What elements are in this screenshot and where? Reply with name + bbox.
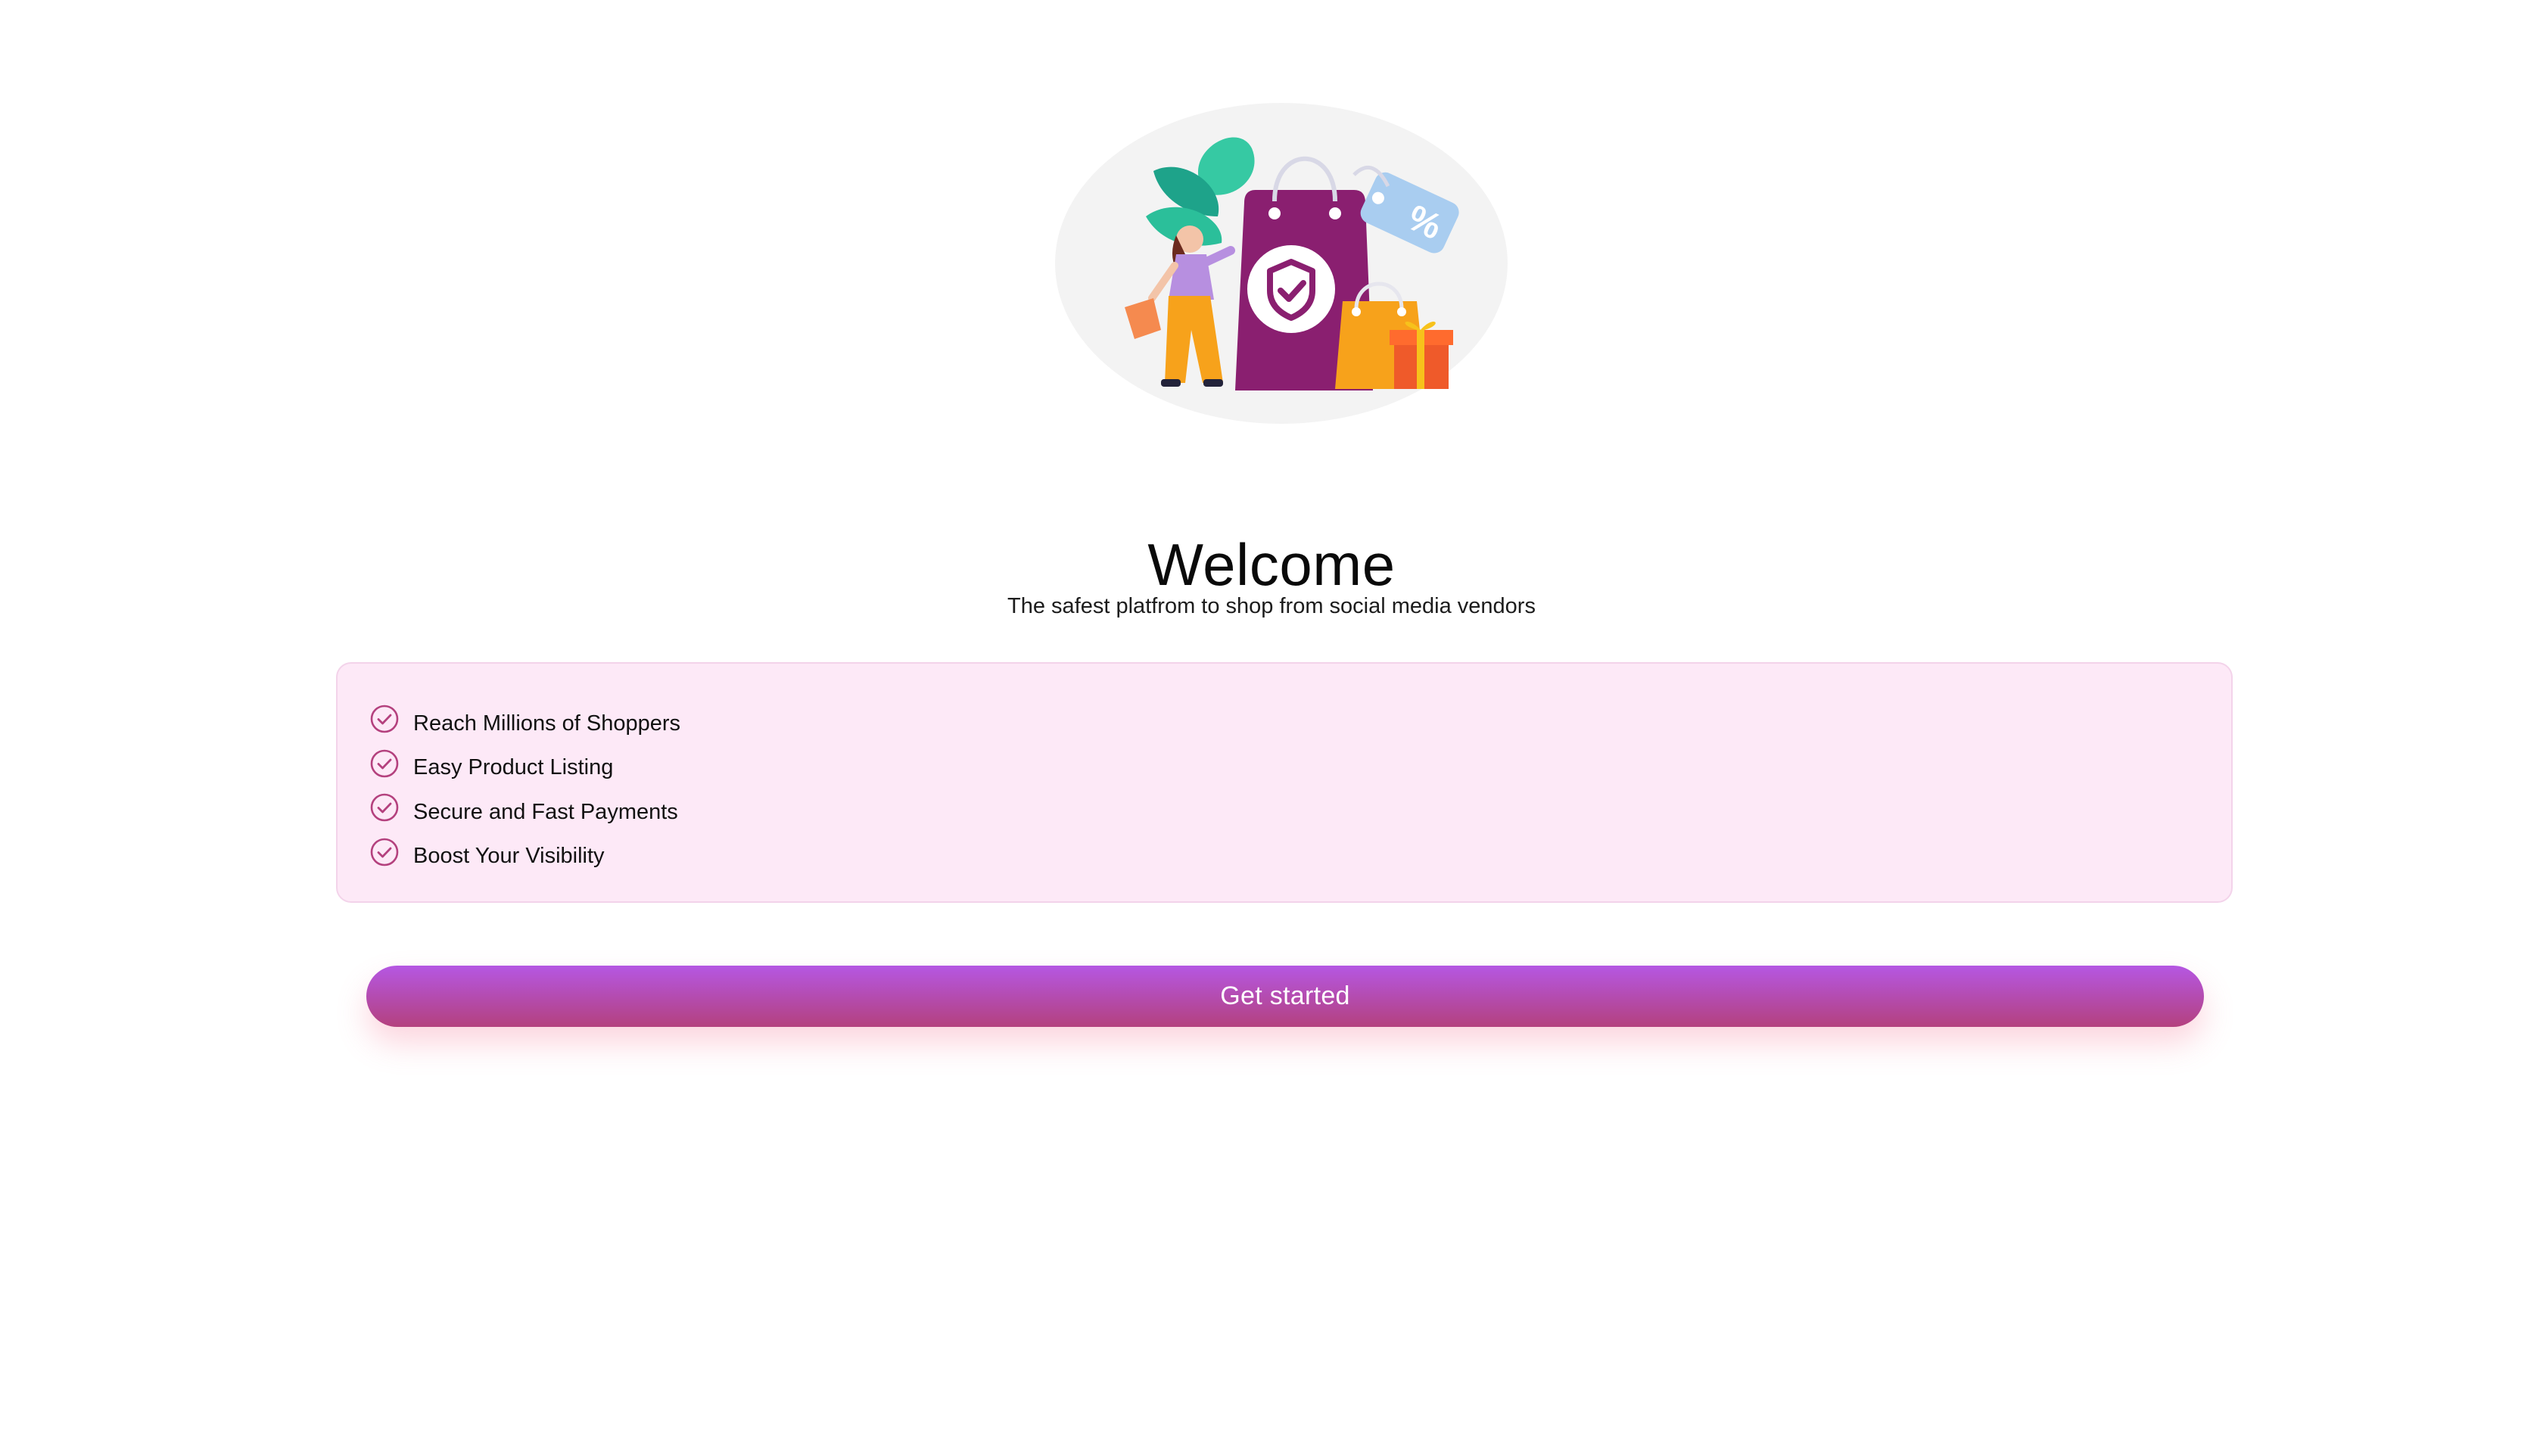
feature-item: Reach Millions of Shoppers xyxy=(369,702,680,746)
feature-label: Secure and Fast Payments xyxy=(413,799,678,824)
feature-list: Reach Millions of Shoppers Easy Product … xyxy=(369,702,680,879)
get-started-button[interactable]: Get started xyxy=(366,966,2204,1027)
check-circle-icon xyxy=(369,748,400,779)
check-circle-icon xyxy=(369,792,400,823)
feature-label: Easy Product Listing xyxy=(413,755,614,780)
features-card: Reach Millions of Shoppers Easy Product … xyxy=(336,662,2233,903)
welcome-screen: % Welcome The safest platfrom to shop fr… xyxy=(0,0,2543,1456)
check-circle-icon xyxy=(369,837,400,867)
feature-item: Secure and Fast Payments xyxy=(369,790,680,835)
page-title: Welcome xyxy=(1147,531,1396,599)
shopping-illustration-icon: % xyxy=(1055,103,1508,424)
feature-item: Boost Your Visibility xyxy=(369,835,680,879)
feature-item: Easy Product Listing xyxy=(369,746,680,791)
hero-illustration: % xyxy=(1055,103,1508,424)
page-subtitle: The safest platfrom to shop from social … xyxy=(1007,594,1536,618)
feature-label: Reach Millions of Shoppers xyxy=(413,711,681,736)
check-circle-icon xyxy=(369,704,400,734)
feature-label: Boost Your Visibility xyxy=(413,844,605,869)
